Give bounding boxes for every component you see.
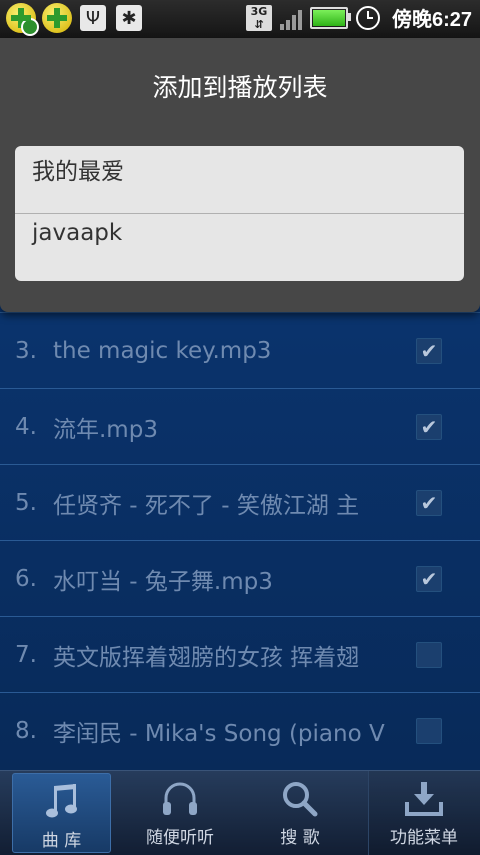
search-icon	[278, 779, 322, 819]
song-title: 李闰民 - Mika's Song (piano V	[53, 721, 385, 747]
add-to-playlist-dialog: 添加到播放列表 我的最爱 javaapk	[0, 38, 480, 312]
alarm-icon	[355, 5, 380, 30]
list-item[interactable]: 3. the magic key.mp3 ✔	[0, 312, 480, 389]
plus-app-icon	[6, 3, 39, 36]
tab-label: 曲 库	[41, 831, 82, 851]
song-number: 7.	[15, 642, 37, 668]
tab-library[interactable]: 曲 库	[12, 773, 111, 853]
download-tray-icon	[402, 779, 446, 819]
playlist-option-label: 我的最爱	[32, 159, 124, 185]
list-item[interactable]: 5. 任贤齐 - 死不了 - 笑傲江湖 主 ✔	[0, 464, 480, 541]
playlist-option-javaapk[interactable]: javaapk	[15, 214, 464, 281]
tab-label: 搜 歌	[280, 828, 320, 848]
dialog-title: 添加到播放列表	[152, 73, 328, 102]
song-checkbox[interactable]	[416, 642, 442, 668]
list-item[interactable]: 4. 流年.mp3 ✔	[0, 388, 480, 465]
song-checkbox[interactable]: ✔	[416, 414, 442, 440]
song-number: 3.	[15, 338, 37, 364]
playlist-option-favorites[interactable]: 我的最爱	[15, 146, 464, 213]
song-title: 任贤齐 - 死不了 - 笑傲江湖 主	[53, 493, 360, 519]
song-checkbox[interactable]	[416, 718, 442, 744]
song-number: 8.	[15, 718, 37, 744]
song-number: 5.	[15, 490, 37, 516]
3g-icon: 3G ⇵	[245, 4, 272, 31]
debug-bug-icon: ✱	[114, 3, 144, 33]
list-item[interactable]: 7. 英文版挥着翅膀的女孩 挥着翅	[0, 616, 480, 693]
song-title: 流年.mp3	[53, 417, 158, 443]
battery-icon	[309, 6, 351, 29]
song-title: 英文版挥着翅膀的女孩 挥着翅	[53, 645, 360, 671]
tab-search-songs[interactable]: 搜 歌	[240, 771, 360, 855]
signal-icon	[279, 6, 302, 30]
status-bar: Ψ ✱ 3G ⇵ 傍晚6:27	[0, 0, 480, 38]
list-item[interactable]: 8. 李闰民 - Mika's Song (piano V	[0, 692, 480, 769]
plus-app-icon	[42, 3, 72, 33]
playlist-option-label: javaapk	[32, 220, 123, 246]
song-number: 4.	[15, 414, 37, 440]
tab-function-menu[interactable]: 功能菜单	[368, 771, 480, 855]
music-note-icon	[40, 782, 84, 822]
song-title: the magic key.mp3	[53, 338, 272, 364]
song-checkbox[interactable]: ✔	[416, 490, 442, 516]
headphones-icon	[158, 779, 202, 819]
tab-label: 随便听听	[146, 828, 214, 848]
song-title: 水叮当 - 兔子舞.mp3	[53, 569, 273, 595]
bottom-tab-bar: 曲 库 随便听听 搜 歌 功能菜单	[0, 770, 480, 855]
song-checkbox[interactable]: ✔	[416, 566, 442, 592]
song-checkbox[interactable]: ✔	[416, 338, 442, 364]
song-number: 6.	[15, 566, 37, 592]
tab-random-listen[interactable]: 随便听听	[120, 771, 240, 855]
tab-label: 功能菜单	[390, 828, 458, 848]
playlist-options: 我的最爱 javaapk	[15, 146, 464, 281]
status-time: 傍晚6:27	[391, 9, 472, 31]
usb-icon: Ψ	[78, 3, 108, 33]
list-item[interactable]: 6. 水叮当 - 兔子舞.mp3 ✔	[0, 540, 480, 617]
